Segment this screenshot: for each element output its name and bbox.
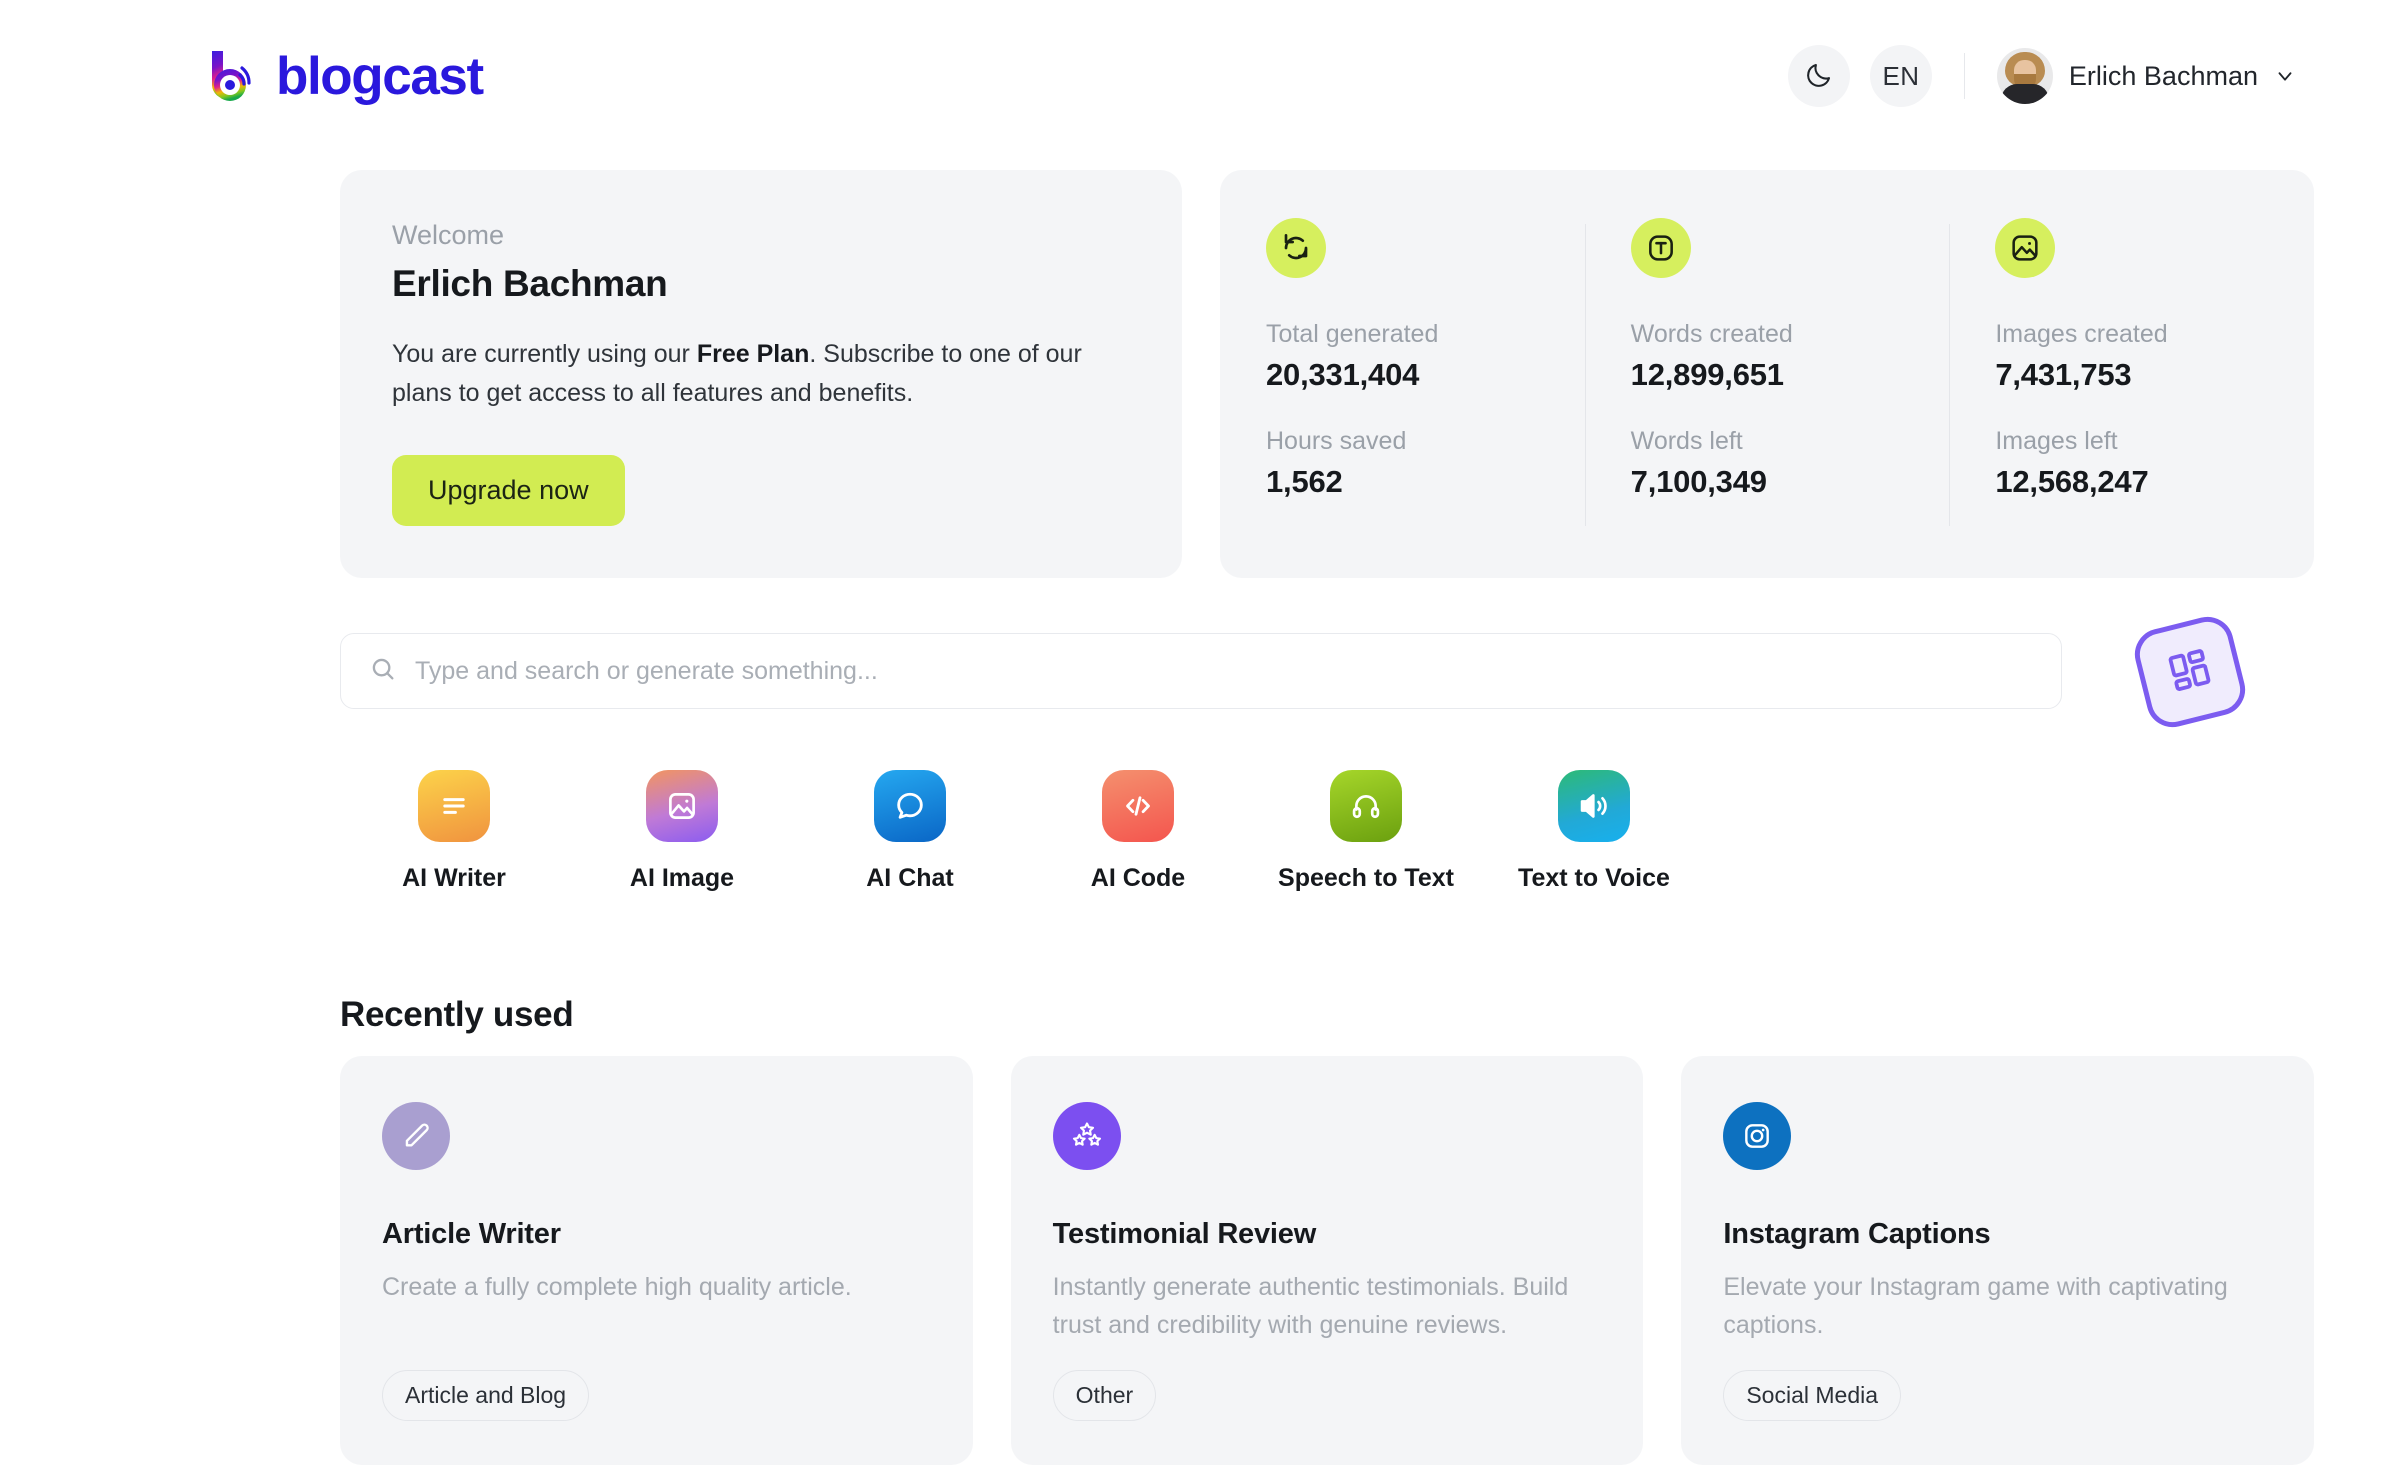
recent-card-instagram-captions[interactable]: Instagram Captions Elevate your Instagra… bbox=[1681, 1056, 2315, 1465]
stat-column-total-generated: Total generated 20,331,404 Hours saved 1… bbox=[1220, 218, 1585, 532]
refresh-sync-icon bbox=[1266, 218, 1326, 278]
recently-used-row: Article Writer Create a fully complete h… bbox=[340, 1056, 2315, 1465]
app-header: blogcast EN Erlich Bachman bbox=[0, 0, 2400, 152]
stat-label-secondary: Images left bbox=[1995, 427, 2118, 455]
theme-toggle-button[interactable] bbox=[1787, 45, 1850, 107]
plan-text-before: You are currently using our bbox=[392, 340, 697, 368]
status-badge[interactable]: Other bbox=[1052, 1370, 1157, 1421]
recent-card-article-writer[interactable]: Article Writer Create a fully complete h… bbox=[340, 1056, 973, 1465]
stat-label: Total generated bbox=[1266, 320, 1439, 348]
brand-name: blogcast bbox=[276, 46, 484, 106]
quick-action-ai-code[interactable]: AI Code bbox=[1024, 770, 1252, 893]
upgrade-now-button[interactable]: Upgrade now bbox=[392, 454, 625, 526]
moon-icon bbox=[1804, 60, 1834, 93]
image-picture-icon bbox=[646, 770, 718, 842]
recent-card-testimonial-review[interactable]: Testimonial Review Instantly generate au… bbox=[1010, 1056, 1644, 1465]
brand-logo[interactable]: blogcast bbox=[200, 45, 484, 107]
quick-actions-row: AI Writer AI Image AI Chat AI Code Speec… bbox=[340, 770, 2062, 893]
speaker-volume-icon bbox=[1558, 770, 1630, 842]
chat-bubble-icon bbox=[874, 770, 946, 842]
stat-value: 20,331,404 bbox=[1266, 357, 1420, 392]
quick-action-speech-to-text[interactable]: Speech to Text bbox=[1252, 770, 1480, 893]
quick-action-label: AI Writer bbox=[402, 864, 506, 892]
language-selector-button[interactable]: EN bbox=[1869, 45, 1932, 107]
welcome-label: Welcome bbox=[392, 220, 505, 250]
pencil-edit-icon bbox=[382, 1102, 450, 1170]
welcome-user-name: Erlich Bachman bbox=[392, 263, 668, 304]
header-actions: EN Erlich Bachman bbox=[1787, 45, 2296, 107]
header-divider bbox=[1963, 53, 1965, 99]
recent-card-title: Instagram Captions bbox=[1723, 1218, 1991, 1250]
stat-column-images: Images created 7,431,753 Images left 12,… bbox=[1949, 218, 2314, 532]
stat-label-secondary: Words left bbox=[1630, 427, 1743, 455]
page-title: Recently used bbox=[340, 995, 574, 1034]
stat-value-secondary: 7,100,349 bbox=[1630, 464, 1767, 499]
quick-action-label: Text to Voice bbox=[1518, 864, 1670, 892]
dashboard-page: blogcast EN Erlich Bachman Welcome Erlic… bbox=[0, 0, 2400, 1480]
user-menu[interactable]: Erlich Bachman bbox=[1996, 48, 2296, 104]
quick-action-label: AI Chat bbox=[866, 864, 954, 892]
quick-action-label: Speech to Text bbox=[1278, 864, 1454, 892]
stat-value-secondary: 12,568,247 bbox=[1995, 464, 2149, 499]
recent-card-description: Instantly generate authentic testimonial… bbox=[1052, 1273, 1569, 1339]
stat-value: 7,431,753 bbox=[1995, 357, 2132, 392]
status-badge[interactable]: Social Media bbox=[1723, 1370, 1902, 1421]
stat-label: Words created bbox=[1630, 320, 1793, 348]
user-name-label: Erlich Bachman bbox=[2068, 60, 2258, 91]
blogcast-b-mark-icon bbox=[200, 45, 262, 107]
instagram-camera-icon bbox=[1723, 1102, 1792, 1170]
stat-label-secondary: Hours saved bbox=[1266, 427, 1407, 455]
quick-action-ai-chat[interactable]: AI Chat bbox=[796, 770, 1024, 893]
quick-action-label: AI Image bbox=[629, 864, 735, 892]
stat-label: Images created bbox=[1995, 320, 2168, 348]
stat-value-secondary: 1,562 bbox=[1266, 464, 1343, 499]
text-lines-icon bbox=[418, 770, 490, 842]
quick-action-ai-writer[interactable]: AI Writer bbox=[340, 770, 568, 893]
recent-card-description: Create a fully complete high quality art… bbox=[382, 1273, 852, 1301]
three-stars-icon bbox=[1052, 1102, 1121, 1170]
grid-dashboard-icon bbox=[2160, 640, 2219, 703]
quick-action-ai-image[interactable]: AI Image bbox=[568, 770, 796, 893]
stat-column-words: Words created 12,899,651 Words left 7,10… bbox=[1584, 218, 1950, 532]
status-badge[interactable]: Article and Blog bbox=[382, 1370, 590, 1421]
floating-widget-button[interactable] bbox=[2129, 611, 2251, 733]
stat-value: 12,899,651 bbox=[1630, 357, 1784, 392]
summary-row: Welcome Erlich Bachman You are currently… bbox=[340, 170, 2314, 578]
recent-card-title: Testimonial Review bbox=[1052, 1218, 1317, 1250]
stats-card: Total generated 20,331,404 Hours saved 1… bbox=[1220, 170, 2314, 578]
quick-action-text-to-voice[interactable]: Text to Voice bbox=[1480, 770, 1708, 893]
recent-card-description: Elevate your Instagram game with captiva… bbox=[1723, 1273, 2228, 1339]
image-picture-icon bbox=[1995, 218, 2056, 278]
code-brackets-icon bbox=[1102, 770, 1174, 842]
search-input[interactable] bbox=[415, 656, 2033, 686]
chevron-down-icon bbox=[2274, 65, 2296, 87]
recent-card-title: Article Writer bbox=[382, 1218, 561, 1250]
plan-description: You are currently using our Free Plan. S… bbox=[392, 335, 1130, 413]
avatar bbox=[1996, 48, 2053, 104]
headphones-icon bbox=[1330, 770, 1402, 842]
welcome-card: Welcome Erlich Bachman You are currently… bbox=[340, 170, 1182, 578]
quick-action-label: AI Code bbox=[1090, 864, 1186, 892]
search-icon bbox=[369, 655, 397, 688]
search-section bbox=[340, 633, 2062, 709]
plan-name: Free Plan bbox=[696, 340, 810, 368]
search-box[interactable] bbox=[340, 633, 2062, 709]
text-t-icon bbox=[1630, 218, 1691, 278]
